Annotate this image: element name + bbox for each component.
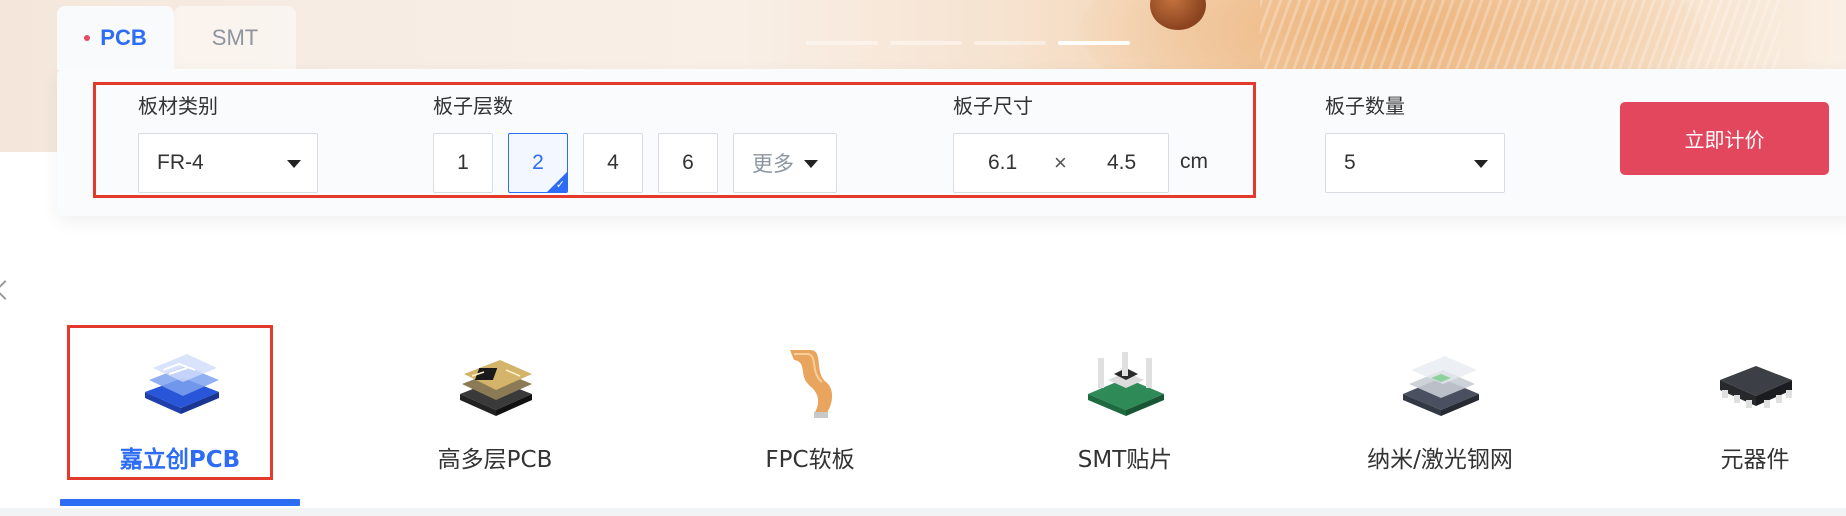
caret-down-icon (287, 160, 301, 168)
chevron-left-icon[interactable] (0, 280, 15, 300)
banner-dot-active[interactable] (1058, 41, 1130, 45)
layer-option-2[interactable]: 2 ✓ (508, 133, 568, 193)
banner-pagination (806, 41, 1130, 45)
active-category-indicator (60, 499, 300, 506)
size-input-group[interactable]: 6.1 × 4.5 (953, 133, 1169, 193)
quote-tabs: PCB SMT (57, 6, 296, 70)
size-unit: cm (1180, 150, 1208, 173)
tab-smt[interactable]: SMT (174, 6, 296, 70)
layer-option-label: 2 (532, 151, 544, 174)
stencil-icon (1403, 356, 1479, 416)
category-label: 纳米/激光钢网 (1367, 447, 1513, 473)
category-label: SMT贴片 (1077, 447, 1173, 473)
flexible-cable-icon (790, 350, 833, 418)
tab-pcb[interactable]: PCB (57, 6, 174, 70)
multilayer-pcb-icon (460, 360, 532, 416)
layers-more-dropdown[interactable]: 更多 (733, 133, 837, 193)
banner-dot[interactable] (890, 41, 962, 45)
times-sign: × (1054, 150, 1067, 175)
category-nav: 嘉立创PCB 高多层PCB FPC软板 SMT贴片 纳米/激光钢网 元器件 (0, 320, 1846, 506)
category-item-stencil[interactable]: 纳米/激光钢网 (1320, 320, 1560, 506)
width-input[interactable]: 6.1 (988, 151, 1017, 175)
board-type-label: 板材类别 (138, 94, 218, 118)
active-dot (84, 35, 91, 41)
category-label: 元器件 (1720, 447, 1790, 473)
layer-option-label: 4 (607, 151, 619, 174)
category-item-smt[interactable]: SMT贴片 (1005, 320, 1245, 506)
component-chip-icon (1720, 366, 1792, 408)
quantity-label: 板子数量 (1325, 94, 1405, 118)
layer-option-1[interactable]: 1 (433, 133, 493, 193)
check-icon: ✓ (555, 179, 565, 191)
get-quote-button[interactable]: 立即计价 (1620, 102, 1829, 175)
banner-dot[interactable] (974, 41, 1046, 45)
smt-chip-icon (1088, 352, 1164, 416)
height-input[interactable]: 4.5 (1107, 151, 1136, 175)
category-item-components[interactable]: 元器件 (1635, 320, 1846, 506)
category-item-fpc[interactable]: FPC软板 (690, 320, 930, 506)
category-item-multilayer-pcb[interactable]: 高多层PCB (375, 320, 615, 506)
caret-down-icon (804, 160, 818, 168)
tab-label: PCB (100, 25, 147, 50)
nav-baseline (0, 508, 1846, 516)
banner-texture (1260, 0, 1780, 70)
size-label: 板子尺寸 (953, 94, 1033, 118)
board-type-value: FR-4 (157, 151, 204, 174)
tab-label: SMT (211, 25, 259, 50)
category-label: 高多层PCB (437, 447, 553, 473)
layer-option-4[interactable]: 4 (583, 133, 643, 193)
layer-option-6[interactable]: 6 (658, 133, 718, 193)
layer-option-label: 6 (682, 151, 694, 174)
caret-down-icon (1474, 160, 1488, 168)
category-label: FPC软板 (765, 447, 855, 473)
quantity-value: 5 (1344, 151, 1356, 174)
board-type-select[interactable]: FR-4 (138, 133, 318, 193)
highlight-frame-category (67, 325, 273, 480)
layer-option-label: 1 (457, 151, 469, 174)
banner-dot[interactable] (806, 41, 878, 45)
layers-label: 板子层数 (433, 94, 513, 118)
quantity-select[interactable]: 5 (1325, 133, 1505, 193)
more-label: 更多 (752, 153, 794, 176)
